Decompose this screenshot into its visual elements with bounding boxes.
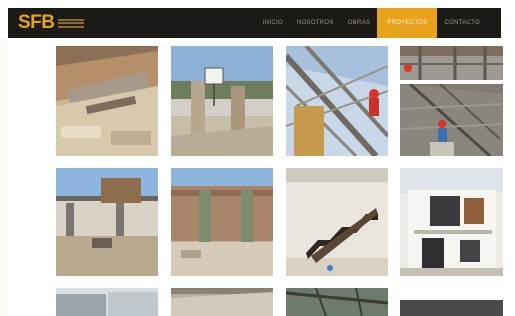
photo-rubble-pile[interactable] [56,46,158,156]
menu-item-proyectos[interactable]: Proyectos [377,8,438,38]
photo-structure[interactable] [286,288,388,316]
photo-workers-tower[interactable] [400,46,503,80]
top-navigation-bar: SFB Inicio Nosotros Obras Proyectos Cont… [8,8,501,38]
sfb-logo[interactable]: SFB [18,12,84,34]
photo-scaffold[interactable] [400,84,503,156]
photo-floating-stairs[interactable] [286,168,388,276]
photo-modern-house[interactable] [400,168,503,276]
menu-item-nosotros[interactable]: Nosotros [290,8,341,38]
photo-steel-worker[interactable] [286,46,388,156]
photo-bottom-right[interactable] [400,300,503,316]
menu-item-contacto[interactable]: Contacto [437,8,487,38]
photo-pillars-sign[interactable] [171,46,273,156]
left-margin [0,38,8,316]
menu-item-inicio[interactable]: Inicio [256,8,290,38]
photo-house-frame[interactable] [56,168,158,276]
logo-text: SFB [18,12,55,33]
photo-roof-view[interactable] [171,288,273,316]
main-menu: Inicio Nosotros Obras Proyectos Contacto [256,8,487,38]
menu-item-obras[interactable]: Obras [341,8,378,38]
logo-tagline-lines [57,18,84,28]
photo-columns-wall[interactable] [171,168,273,276]
photo-interior[interactable] [56,288,158,316]
